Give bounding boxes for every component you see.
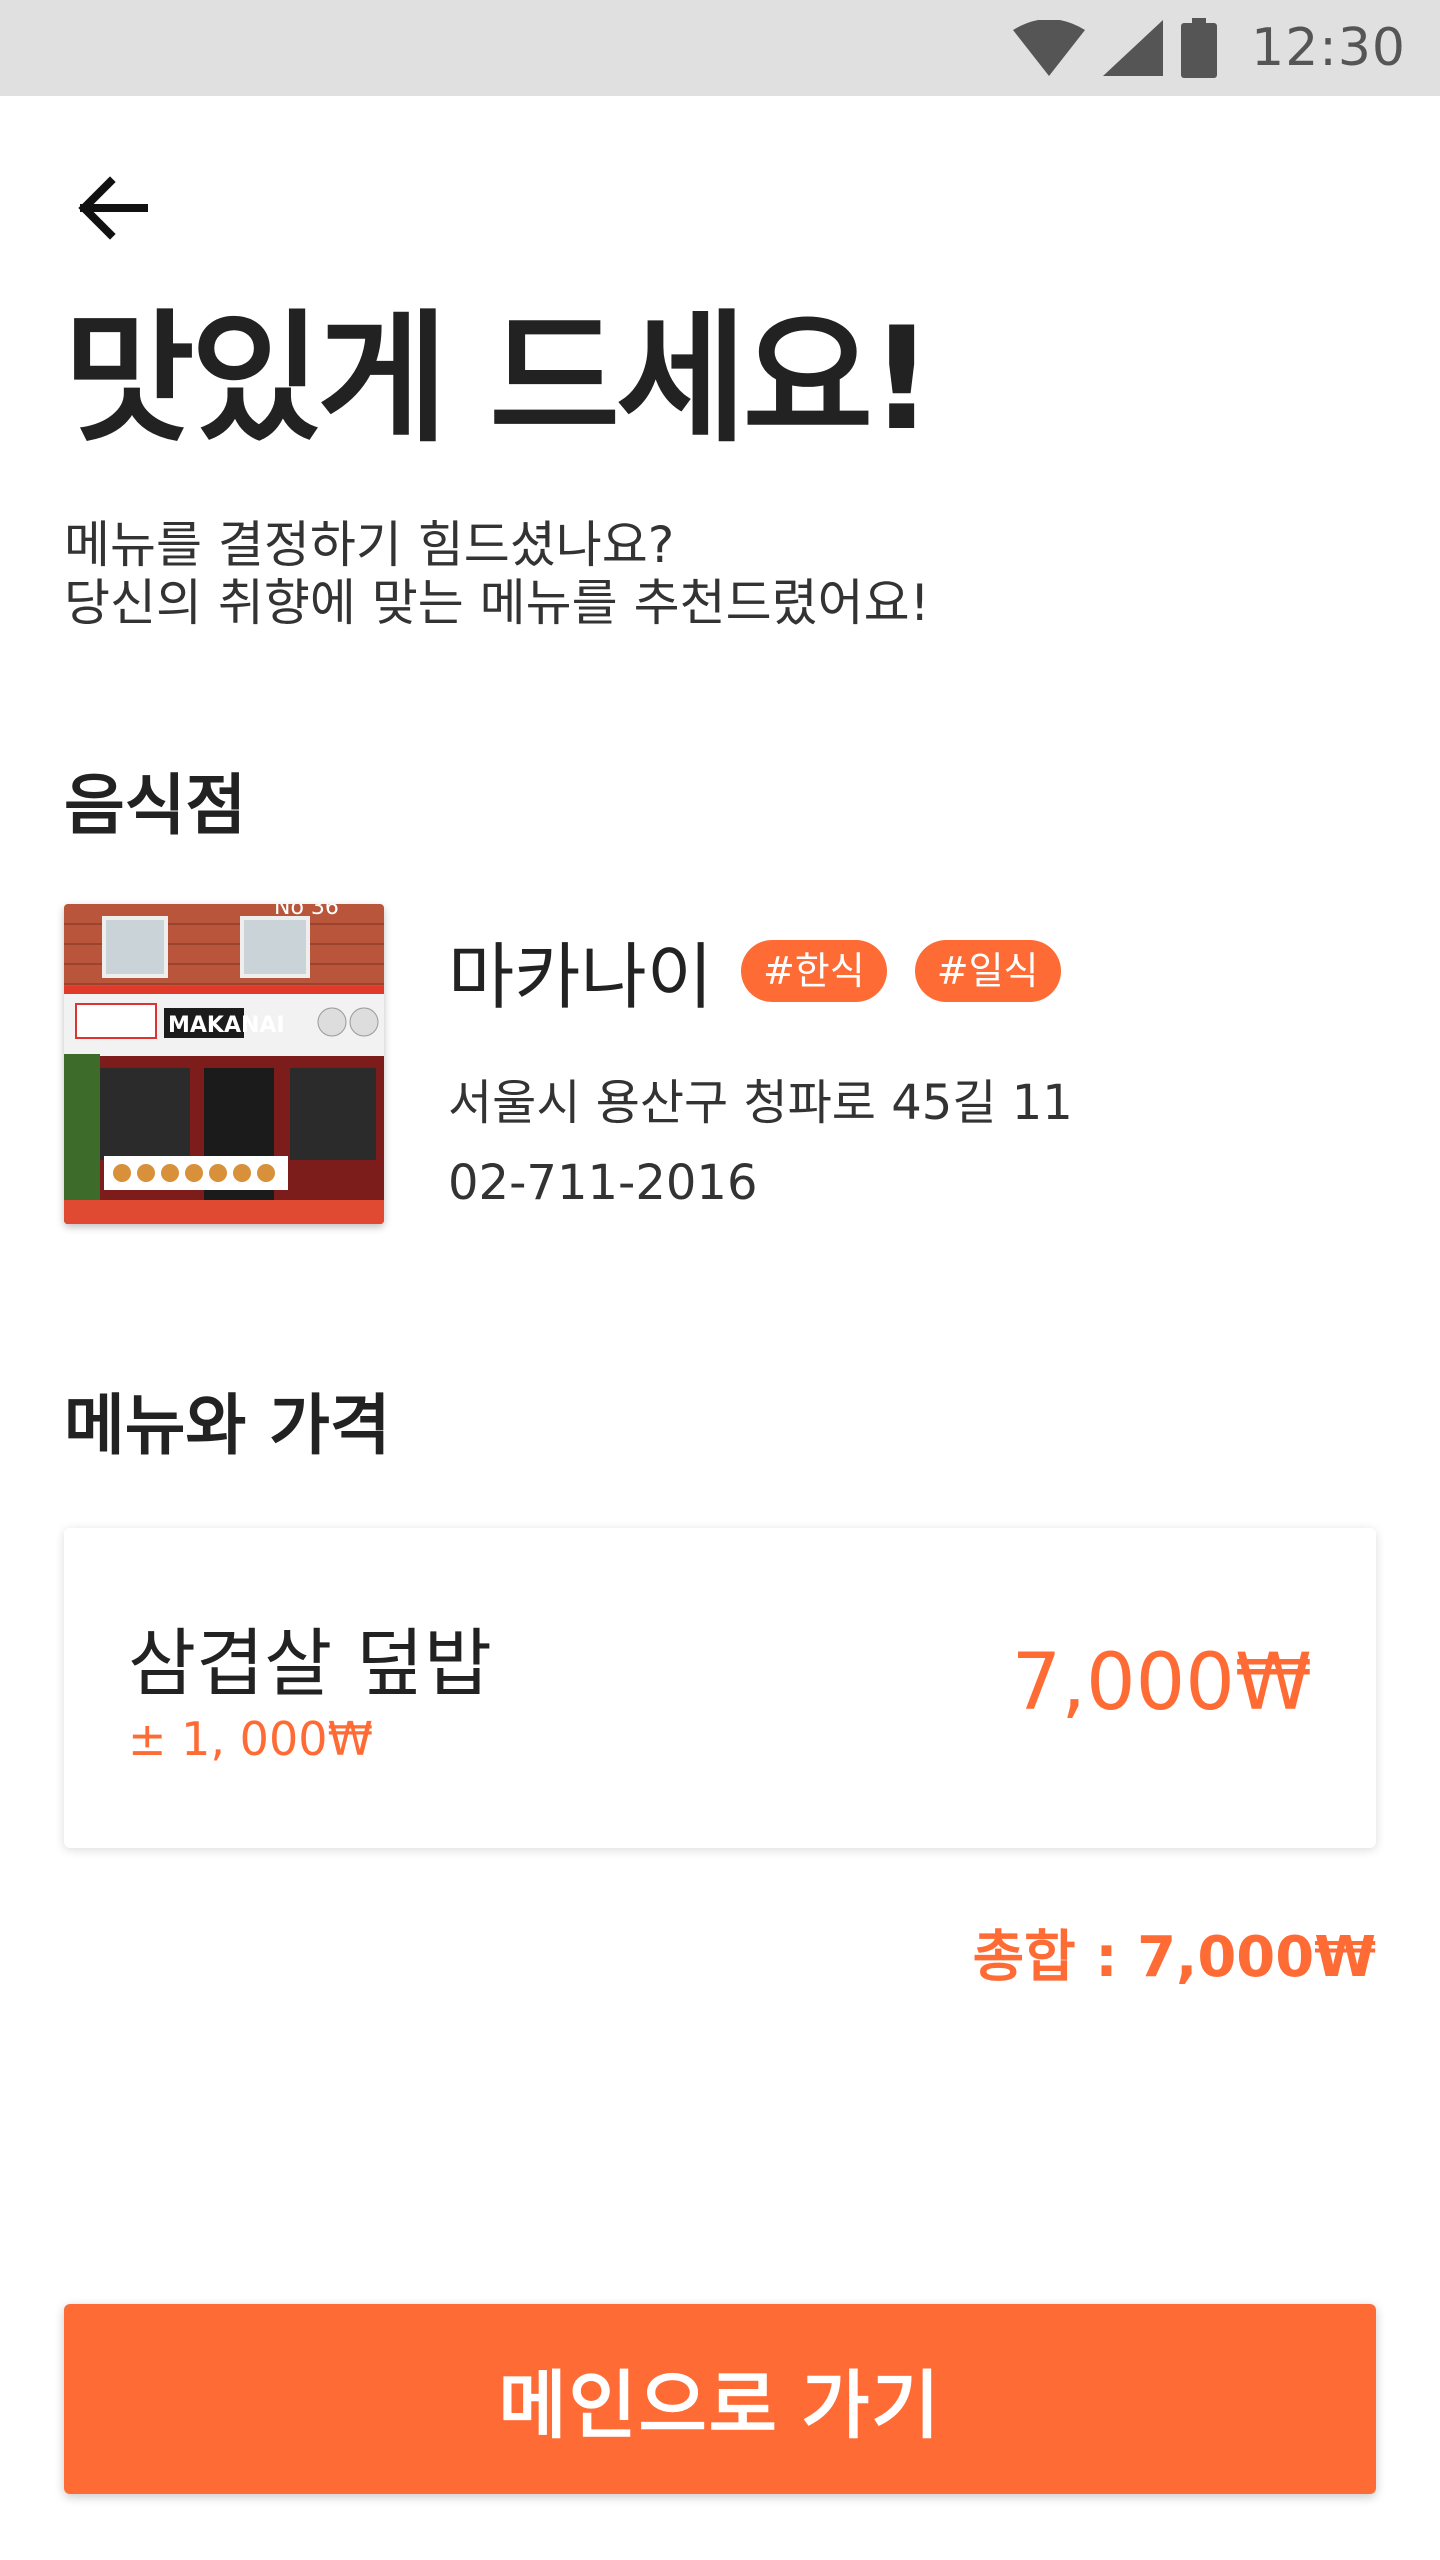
wifi-icon: [1013, 20, 1086, 76]
restaurant-photo: No 36 MAKANAI: [64, 904, 384, 1224]
back-button[interactable]: [64, 160, 160, 256]
signal-icon: [1103, 20, 1164, 76]
status-bar: 12:30: [0, 0, 1440, 96]
tag-korean[interactable]: #한식: [740, 939, 887, 1002]
restaurant-name: 마카나이: [448, 935, 713, 1019]
menu-item-price-range: ± 1, 000₩: [128, 1712, 373, 1766]
status-icons: 12:30: [1013, 16, 1406, 80]
menu-heading: 메뉴와 가격: [64, 1387, 391, 1464]
restaurant-name-row: 마카나이 #한식 #일식: [448, 918, 1073, 1023]
battery-icon: [1181, 18, 1218, 78]
go-to-main-button[interactable]: 메인으로 가기: [64, 2304, 1376, 2494]
menu-item-card[interactable]: 삼겹살 덮밥 ± 1, 000₩ 7,000₩: [64, 1528, 1376, 1848]
restaurant-phone: 02-711-2016: [448, 1155, 758, 1211]
storefront-image: No 36 MAKANAI: [64, 904, 384, 1224]
page-title: 맛있게 드세요!: [64, 297, 934, 462]
restaurant-heading: 음식점: [64, 767, 247, 844]
subtitle-line-1: 메뉴를 결정하기 힘드셨나요?: [64, 516, 675, 574]
restaurant-address: 서울시 용산구 청파로 45길 11: [448, 1075, 1073, 1131]
status-time: 12:30: [1251, 18, 1406, 78]
subtitle-line-2: 당신의 취향에 맞는 메뉴를 추천드렸어요!: [64, 574, 930, 632]
storefront-sign-text: MAKANAI: [168, 1013, 285, 1038]
arrow-left-icon: [78, 176, 148, 240]
tag-japanese[interactable]: #일식: [914, 939, 1061, 1002]
menu-item-price: 7,000₩: [1011, 1638, 1312, 1728]
total-price: 총합 : 7,000₩: [972, 1925, 1376, 1990]
menu-item-name: 삼겹살 덮밥: [128, 1621, 492, 1707]
subtitle: 메뉴를 결정하기 힘드셨나요? 당신의 취향에 맞는 메뉴를 추천드렸어요!: [64, 516, 930, 632]
restaurant-info: 마카나이 #한식 #일식 서울시 용산구 청파로 45길 11 02-711-2…: [448, 918, 1073, 1211]
svg-text:No 36: No 36: [274, 904, 339, 920]
